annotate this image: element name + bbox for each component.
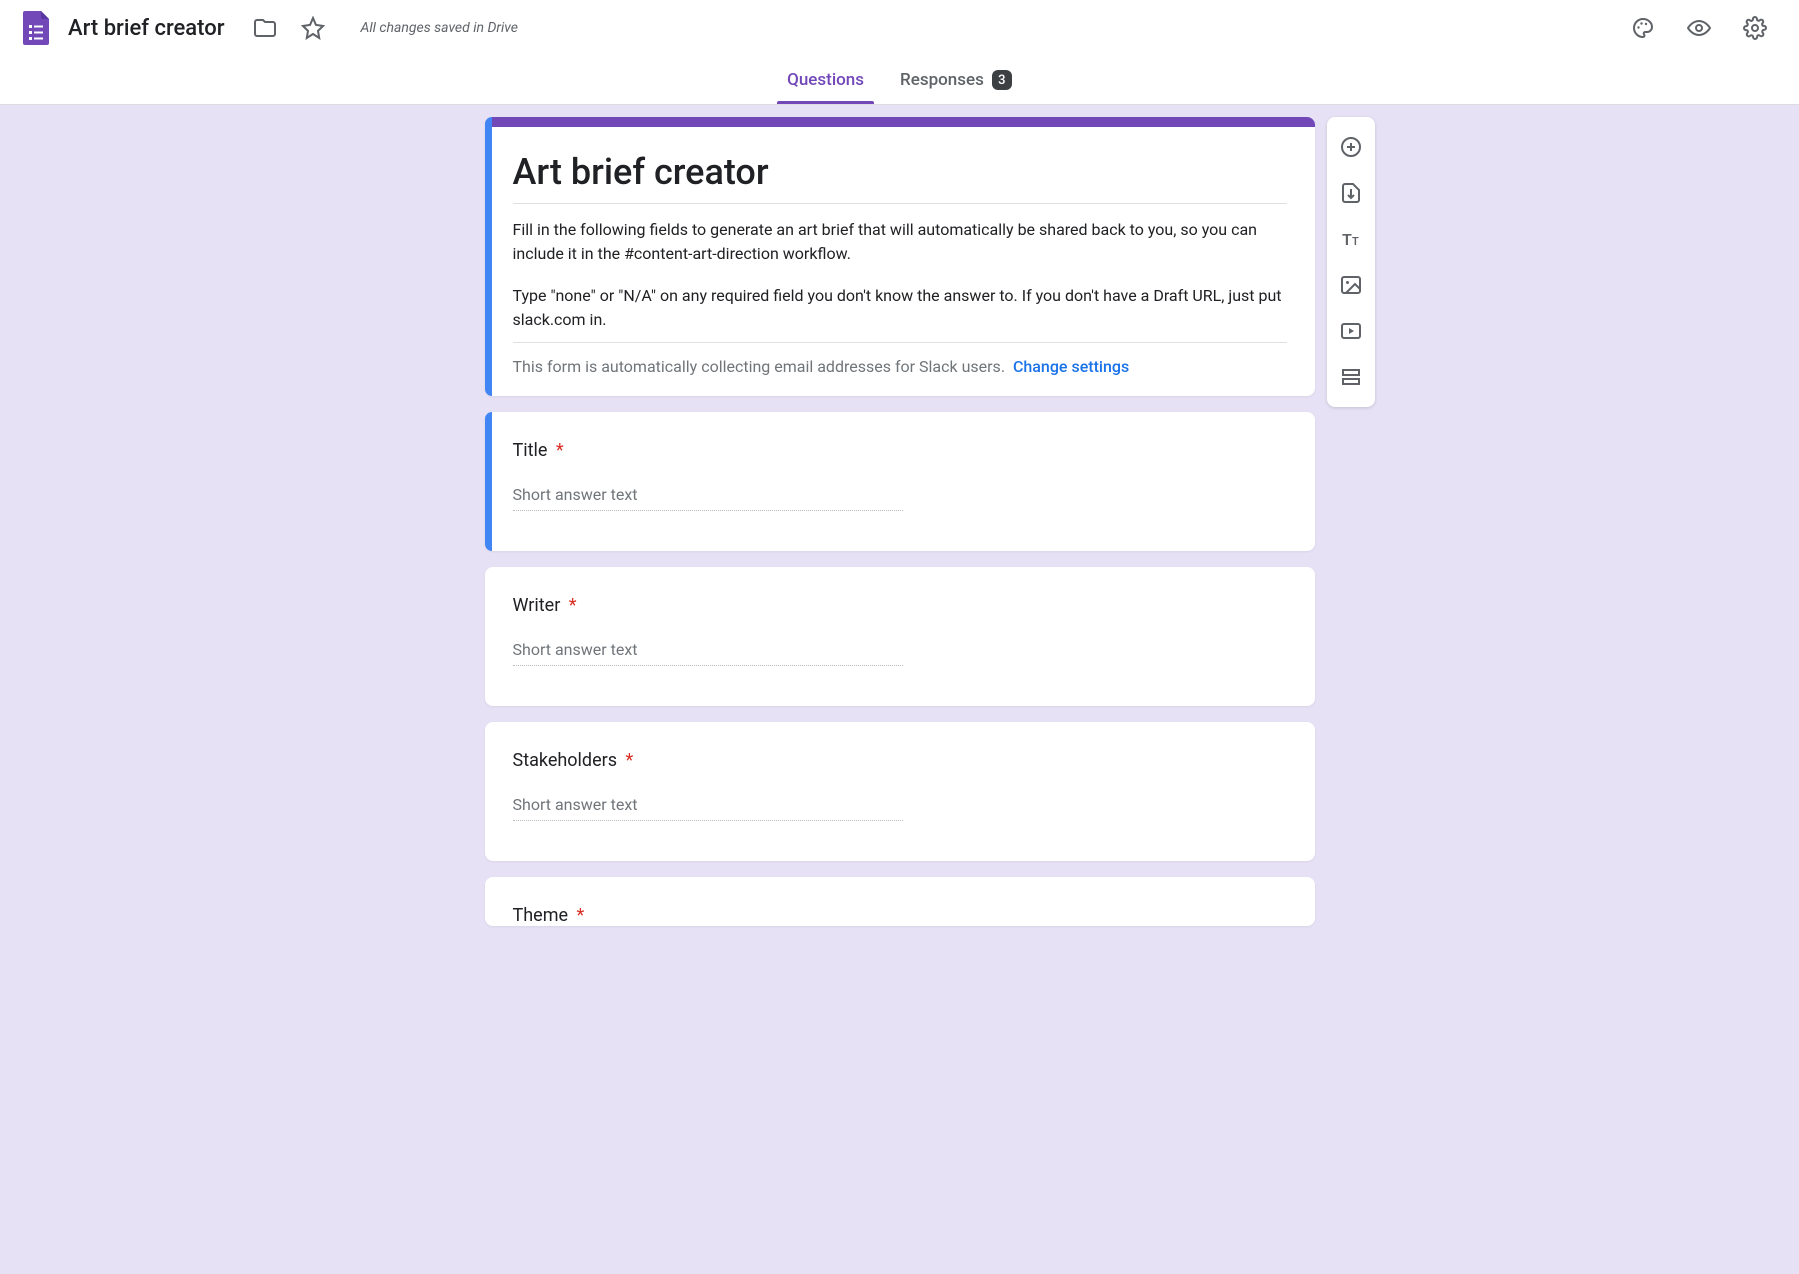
form-description[interactable]: Fill in the following fields to generate…	[513, 218, 1287, 343]
form-description-p1: Fill in the following fields to generate…	[513, 218, 1287, 266]
question-label[interactable]: Stakeholders *	[513, 750, 1287, 771]
import-questions-button[interactable]	[1331, 173, 1371, 213]
required-indicator: *	[569, 595, 577, 616]
tab-questions-label: Questions	[787, 70, 864, 90]
tab-questions[interactable]: Questions	[769, 56, 882, 104]
form-container: T T	[485, 117, 1315, 926]
question-label[interactable]: Writer *	[513, 595, 1287, 616]
form-title[interactable]: Art brief creator	[513, 151, 1287, 204]
question-card-stakeholders[interactable]: Stakeholders * Short answer text	[485, 722, 1315, 861]
tab-responses[interactable]: Responses 3	[882, 56, 1030, 104]
answer-placeholder: Short answer text	[513, 485, 903, 511]
star-button[interactable]	[293, 8, 333, 48]
star-icon	[301, 16, 325, 40]
email-collection-notice: This form is automatically collecting em…	[513, 357, 1287, 376]
change-settings-link[interactable]: Change settings	[1013, 357, 1129, 376]
settings-button[interactable]	[1735, 8, 1775, 48]
video-icon	[1339, 319, 1363, 343]
notice-text: This form is automatically collecting em…	[513, 357, 1006, 376]
question-label-text: Theme	[513, 905, 569, 926]
answer-placeholder: Short answer text	[513, 640, 903, 666]
text-icon: T T	[1339, 227, 1363, 251]
question-label-text: Stakeholders	[513, 750, 618, 771]
required-indicator: *	[625, 750, 633, 771]
add-video-button[interactable]	[1331, 311, 1371, 351]
save-status: All changes saved in Drive	[361, 20, 518, 36]
forms-logo-icon[interactable]	[16, 8, 56, 48]
add-question-button[interactable]	[1331, 127, 1371, 167]
question-label-text: Title	[513, 440, 548, 461]
floating-toolbar: T T	[1327, 117, 1375, 407]
answer-placeholder: Short answer text	[513, 795, 903, 821]
question-label[interactable]: Title *	[513, 440, 1287, 461]
gear-icon	[1743, 16, 1767, 40]
question-label-text: Writer	[513, 595, 561, 616]
document-title[interactable]: Art brief creator	[68, 16, 225, 41]
responses-count-badge: 3	[992, 70, 1012, 90]
app-header: Art brief creator All changes saved in D…	[0, 0, 1799, 56]
image-icon	[1339, 273, 1363, 297]
tab-responses-label: Responses	[900, 70, 984, 90]
folder-icon	[253, 16, 277, 40]
eye-icon	[1687, 16, 1711, 40]
question-label[interactable]: Theme *	[513, 905, 1287, 926]
required-indicator: *	[556, 440, 564, 461]
question-card-theme[interactable]: Theme *	[485, 877, 1315, 926]
tab-bar: Questions Responses 3	[0, 56, 1799, 105]
svg-text:T: T	[1342, 230, 1352, 249]
section-icon	[1339, 365, 1363, 389]
import-file-icon	[1339, 181, 1363, 205]
question-card-title[interactable]: Title * Short answer text	[485, 412, 1315, 551]
workspace: T T	[0, 105, 1799, 1274]
question-card-writer[interactable]: Writer * Short answer text	[485, 567, 1315, 706]
form-description-p2: Type "none" or "N/A" on any required fie…	[513, 284, 1287, 332]
move-to-folder-button[interactable]	[245, 8, 285, 48]
preview-button[interactable]	[1679, 8, 1719, 48]
plus-circle-icon	[1339, 135, 1363, 159]
theme-button[interactable]	[1623, 8, 1663, 48]
palette-icon	[1631, 16, 1655, 40]
add-section-button[interactable]	[1331, 357, 1371, 397]
add-image-button[interactable]	[1331, 265, 1371, 305]
required-indicator: *	[577, 905, 585, 926]
form-header-card[interactable]: Art brief creator Fill in the following …	[485, 117, 1315, 396]
svg-text:T: T	[1352, 235, 1359, 248]
add-title-button[interactable]: T T	[1331, 219, 1371, 259]
